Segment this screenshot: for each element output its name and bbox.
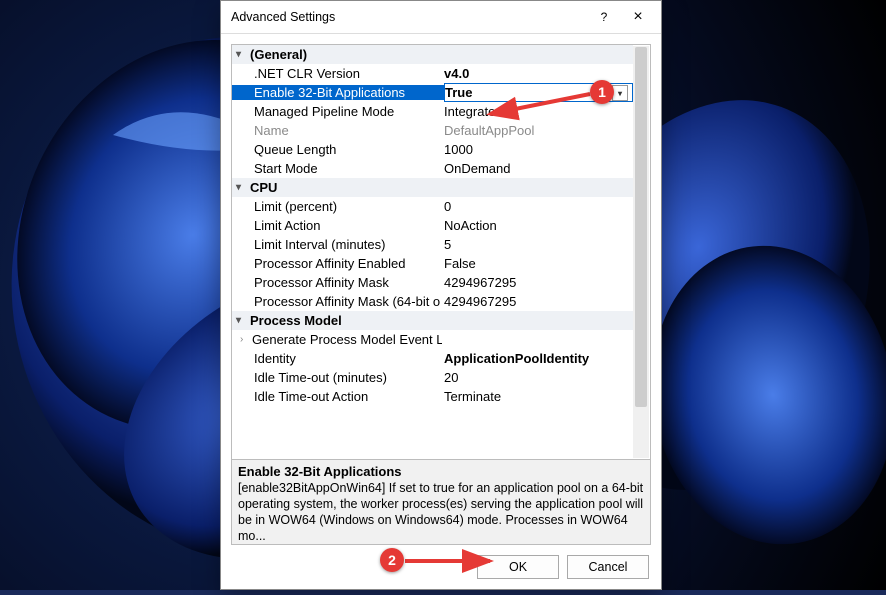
prop-value: True <box>445 85 472 100</box>
prop-value: False <box>444 256 633 271</box>
prop-name: Enable 32-Bit Applications <box>232 85 444 100</box>
prop-name: Queue Length <box>254 142 444 157</box>
row-idle-timeout[interactable]: Idle Time-out (minutes)20 <box>232 368 633 387</box>
prop-name: Idle Time-out Action <box>254 389 444 404</box>
row-limit-action[interactable]: Limit ActionNoAction <box>232 216 633 235</box>
row-limit-percent[interactable]: Limit (percent)0 <box>232 197 633 216</box>
prop-value: OnDemand <box>444 161 633 176</box>
row-processor-affinity-mask[interactable]: Processor Affinity Mask4294967295 <box>232 273 633 292</box>
prop-name: Limit (percent) <box>254 199 444 214</box>
description-body: [enable32BitAppOnWin64] If set to true f… <box>238 480 644 544</box>
vertical-scrollbar[interactable] <box>633 46 649 458</box>
dropdown-button[interactable]: ▾ <box>612 85 628 101</box>
prop-name: Name <box>254 123 444 138</box>
prop-value: 0 <box>444 199 633 214</box>
prop-name: Start Mode <box>254 161 444 176</box>
prop-name: Identity <box>254 351 444 366</box>
chevron-down-icon: ▾ <box>618 85 622 102</box>
prop-value: 4294967295 <box>444 294 633 309</box>
prop-value: v4.0 <box>444 66 633 81</box>
prop-name: Generate Process Model Event L <box>252 332 442 347</box>
prop-name: Processor Affinity Mask <box>254 275 444 290</box>
row-processor-affinity-enabled[interactable]: Processor Affinity EnabledFalse <box>232 254 633 273</box>
row-generate-process-model-event[interactable]: ›Generate Process Model Event L <box>232 330 633 349</box>
titlebar[interactable]: Advanced Settings ? × <box>221 1 661 34</box>
category-label: CPU <box>250 180 277 195</box>
prop-value: 1000 <box>444 142 633 157</box>
callout-badge-2: 2 <box>380 548 404 572</box>
category-label: Process Model <box>250 313 342 328</box>
arrow-annotation-2 <box>400 548 500 574</box>
row-queue-length[interactable]: Queue Length1000 <box>232 140 633 159</box>
description-pane: Enable 32-Bit Applications [enable32BitA… <box>232 459 650 544</box>
chevron-right-icon: › <box>240 334 252 345</box>
category-cpu[interactable]: ▾CPU <box>232 178 633 197</box>
arrow-annotation-1 <box>480 86 600 126</box>
callout-badge-1: 1 <box>590 80 614 104</box>
prop-value: 4294967295 <box>444 275 633 290</box>
row-start-mode[interactable]: Start ModeOnDemand <box>232 159 633 178</box>
row-idle-timeout-action[interactable]: Idle Time-out ActionTerminate <box>232 387 633 406</box>
prop-name: Limit Interval (minutes) <box>254 237 444 252</box>
chevron-down-icon: ▾ <box>236 49 250 60</box>
description-title: Enable 32-Bit Applications <box>238 464 644 479</box>
row-identity[interactable]: IdentityApplicationPoolIdentity <box>232 349 633 368</box>
window-title: Advanced Settings <box>231 10 587 24</box>
prop-value: Terminate <box>444 389 633 404</box>
help-button[interactable]: ? <box>587 4 621 30</box>
prop-value: NoAction <box>444 218 633 233</box>
prop-name: .NET CLR Version <box>254 66 444 81</box>
prop-name: Managed Pipeline Mode <box>254 104 444 119</box>
row-processor-affinity-mask-64[interactable]: Processor Affinity Mask (64-bit o4294967… <box>232 292 633 311</box>
chevron-down-icon: ▾ <box>236 182 250 193</box>
category-label: (General) <box>250 47 307 62</box>
prop-name: Limit Action <box>254 218 444 233</box>
scrollbar-thumb[interactable] <box>635 47 647 407</box>
row-net-clr[interactable]: .NET CLR Versionv4.0 <box>232 64 633 83</box>
category-general[interactable]: ▾(General) <box>232 45 633 64</box>
prop-value: ApplicationPoolIdentity <box>444 351 633 366</box>
close-button[interactable]: × <box>621 4 655 30</box>
prop-name: Processor Affinity Mask (64-bit o <box>254 294 444 309</box>
prop-value: 5 <box>444 237 633 252</box>
prop-name: Processor Affinity Enabled <box>254 256 444 271</box>
chevron-down-icon: ▾ <box>236 315 250 326</box>
category-process-model[interactable]: ▾Process Model <box>232 311 633 330</box>
prop-name: Idle Time-out (minutes) <box>254 370 444 385</box>
row-limit-interval[interactable]: Limit Interval (minutes)5 <box>232 235 633 254</box>
cancel-button[interactable]: Cancel <box>567 555 649 579</box>
prop-value: 20 <box>444 370 633 385</box>
